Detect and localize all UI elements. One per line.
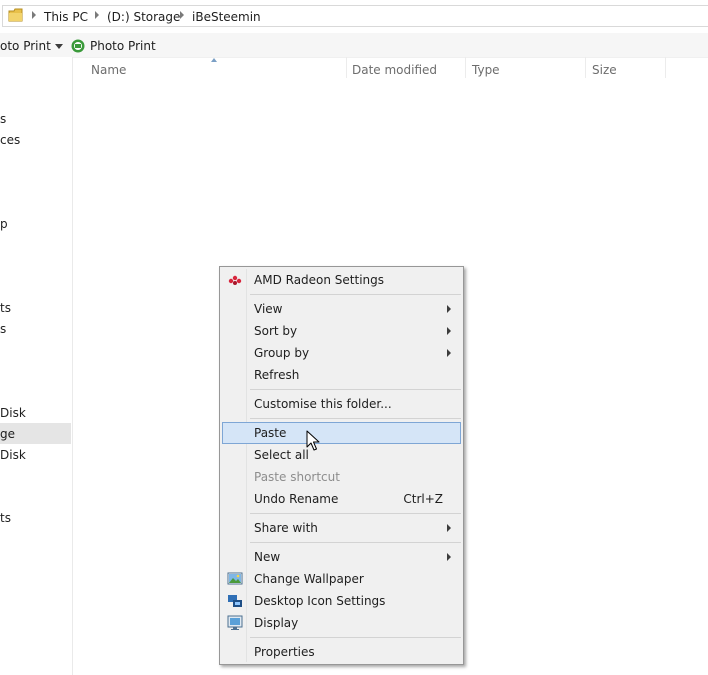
menu-item-amd-radeon-settings[interactable]: AMD Radeon Settings [222,269,461,291]
menu-item-display[interactable]: Display [222,612,461,634]
column-header-date-modified[interactable]: Date modified [352,63,437,77]
menu-separator [250,513,461,514]
menu-item-label: Sort by [254,324,298,338]
column-divider[interactable] [346,57,347,78]
menu-item-label: Share with [254,521,318,535]
nav-item[interactable]: ts [0,511,11,525]
amd-radeon-icon [228,275,242,285]
submenu-arrow-icon [447,524,451,532]
menu-separator [250,542,461,543]
wallpaper-icon [227,572,243,585]
chevron-right-icon[interactable] [95,11,99,19]
menu-separator [250,418,461,419]
photo-print-dropdown-label[interactable]: oto Print [0,39,51,53]
nav-item[interactable]: p [0,217,8,231]
menu-item-label: Refresh [254,368,300,382]
submenu-arrow-icon [447,553,451,561]
menu-item-paste-shortcut: Paste shortcut [222,466,461,488]
menu-item-paste[interactable]: Paste [222,422,461,444]
breadcrumb-this-pc[interactable]: This PC [44,10,88,24]
menu-item-label: Undo Rename [254,492,339,506]
menu-item-label: Paste [254,426,287,440]
nav-item[interactable]: s [0,322,6,336]
toolbar: oto Print Photo Print [0,33,708,58]
breadcrumb-ibesteemin[interactable]: iBeSteemin [192,10,261,24]
address-bar: This PC (D:) Storage iBeSteemin [0,0,708,33]
menu-separator [250,294,461,295]
chevron-right-icon[interactable] [180,11,184,19]
menu-item-label: Change Wallpaper [254,572,364,586]
photo-print-icon [71,39,85,53]
menu-item-label: AMD Radeon Settings [254,273,385,287]
nav-item[interactable]: ces [0,133,20,147]
column-header-size[interactable]: Size [592,63,617,77]
menu-separator [250,389,461,390]
sort-ascending-icon [211,58,217,62]
column-header-type[interactable]: Type [472,63,500,77]
menu-item-label: Desktop Icon Settings [254,594,386,608]
desktop-icon-settings-icon [228,595,242,607]
photo-print-button-label[interactable]: Photo Print [90,39,156,53]
nav-item-storage[interactable]: ge [0,427,15,441]
nav-item-disk[interactable]: Disk [0,406,26,420]
menu-item-label: Display [254,616,299,630]
menu-item-group-by[interactable]: Group by [222,342,461,364]
menu-item-refresh[interactable]: Refresh [222,364,461,386]
menu-item-new[interactable]: New [222,546,461,568]
submenu-arrow-icon [447,327,451,335]
menu-separator [250,637,461,638]
navigation-pane: s ces p ts s Disk ge Disk ts [0,57,73,675]
context-menu: AMD Radeon Settings View Sort by Group b… [219,266,464,665]
menu-item-properties[interactable]: Properties [222,641,461,663]
column-divider[interactable] [585,57,586,78]
chevron-right-icon[interactable] [32,11,36,19]
menu-item-label: View [254,302,283,316]
menu-item-undo-rename[interactable]: Undo Rename Ctrl+Z [222,488,461,510]
menu-item-customise-folder[interactable]: Customise this folder... [222,393,461,415]
keyboard-shortcut: Ctrl+Z [403,492,443,506]
nav-item[interactable]: s [0,112,6,126]
menu-item-change-wallpaper[interactable]: Change Wallpaper [222,568,461,590]
menu-item-label: Select all [254,448,309,462]
menu-item-label: Paste shortcut [254,470,340,484]
menu-item-share-with[interactable]: Share with [222,517,461,539]
menu-item-desktop-icon-settings[interactable]: Desktop Icon Settings [222,590,461,612]
menu-item-select-all[interactable]: Select all [222,444,461,466]
mouse-cursor-icon [306,430,320,451]
column-divider[interactable] [665,57,666,78]
menu-item-sort-by[interactable]: Sort by [222,320,461,342]
folder-icon [8,8,23,22]
menu-item-view[interactable]: View [222,298,461,320]
menu-item-label: Group by [254,346,310,360]
menu-item-label: Properties [254,645,315,659]
column-divider[interactable] [465,57,466,78]
display-icon [227,615,243,630]
dropdown-arrow-icon[interactable] [55,44,63,49]
nav-item-disk[interactable]: Disk [0,448,26,462]
breadcrumb-storage[interactable]: (D:) Storage [107,10,180,24]
column-header-name[interactable]: Name [91,63,126,77]
menu-item-label: Customise this folder... [254,397,392,411]
menu-item-label: New [254,550,281,564]
nav-item[interactable]: ts [0,301,11,315]
submenu-arrow-icon [447,305,451,313]
submenu-arrow-icon [447,349,451,357]
